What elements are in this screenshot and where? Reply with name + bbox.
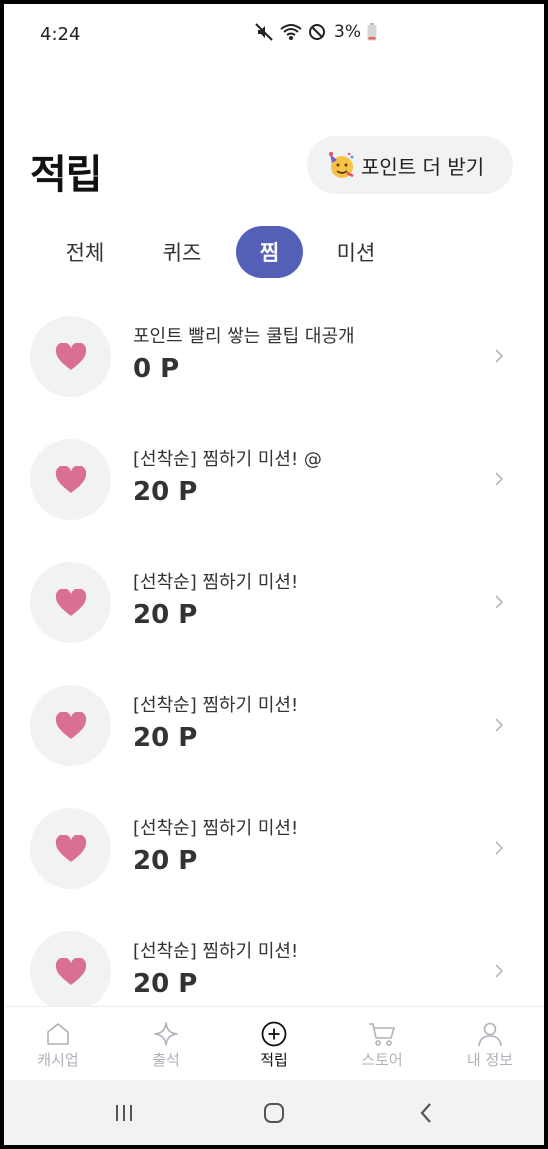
tab-label: 미션 [336, 241, 376, 265]
recent-apps-icon [116, 1104, 132, 1121]
home-icon [47, 1023, 69, 1045]
tab-label: 찜 [259, 241, 280, 265]
chevron-right-icon [495, 841, 504, 855]
more-points-button[interactable]: 포인트 더 받기 [307, 136, 513, 194]
recent-apps-button[interactable] [94, 1080, 154, 1145]
heart-icon [55, 957, 86, 985]
do-not-disturb-icon [309, 24, 325, 40]
tab-quiz[interactable]: 퀴즈 [144, 226, 220, 278]
item-title: [선착순] 찜하기 미션! [133, 818, 299, 839]
nav-label: 적립 [260, 1051, 288, 1069]
reward-list: 포인트 빨리 쌓는 쿨팁 대공개 0 P [선착순] 찜하기 미션! @ 20 … [4, 294, 544, 1006]
tab-mission[interactable]: 미션 [318, 226, 394, 278]
page-title: 적립 [30, 152, 103, 198]
status-bar: 4:24 3% [4, 4, 544, 68]
person-icon [478, 1022, 502, 1047]
heart-icon [55, 342, 86, 370]
item-icon-circle [30, 685, 111, 766]
chevron-right-icon [495, 349, 504, 363]
plus-circle-icon [261, 1021, 287, 1047]
heart-icon [55, 834, 86, 862]
battery-percent: 3% [334, 22, 361, 42]
heart-icon [55, 465, 86, 493]
list-item[interactable]: [선착순] 찜하기 미션! 20 P [4, 663, 544, 786]
sparkle-icon [154, 1022, 178, 1046]
battery-icon [367, 23, 377, 41]
tab-all[interactable]: 전체 [47, 226, 123, 278]
list-item[interactable]: 포인트 빨리 쌓는 쿨팁 대공개 0 P [4, 294, 544, 417]
tab-label: 전체 [65, 241, 105, 265]
heart-icon [55, 588, 86, 616]
status-icons: 3% [254, 22, 377, 42]
chevron-right-icon [495, 472, 504, 486]
nav-attendance[interactable]: 출석 [112, 1007, 220, 1081]
item-title: [선착순] 찜하기 미션! [133, 572, 299, 593]
mute-icon [255, 23, 273, 41]
chevron-right-icon [495, 595, 504, 609]
item-title: [선착순] 찜하기 미션! [133, 941, 299, 962]
tab-wishlist[interactable]: 찜 [236, 226, 303, 278]
nav-my-info[interactable]: 내 정보 [436, 1007, 544, 1081]
cart-icon [369, 1023, 395, 1046]
nav-label: 내 정보 [466, 1051, 514, 1069]
wifi-icon [280, 24, 302, 40]
item-points: 20 P [133, 477, 198, 507]
tab-label: 퀴즈 [162, 241, 202, 265]
heart-icon [55, 711, 86, 739]
item-points: 20 P [133, 969, 198, 999]
item-icon-circle [30, 931, 111, 1006]
home-circle-icon [264, 1102, 284, 1123]
item-icon-circle [30, 562, 111, 643]
status-time: 4:24 [40, 24, 81, 45]
category-tabs: 전체 퀴즈 찜 미션 [4, 226, 544, 278]
nav-label: 스토어 [361, 1051, 403, 1069]
party-face-icon [329, 152, 354, 178]
nav-label: 캐시업 [37, 1051, 79, 1069]
chevron-right-icon [495, 964, 504, 978]
nav-label: 출석 [152, 1051, 180, 1069]
list-item[interactable]: [선착순] 찜하기 미션! 20 P [4, 909, 544, 1006]
list-item[interactable]: [선착순] 찜하기 미션! @ 20 P [4, 417, 544, 540]
list-item[interactable]: [선착순] 찜하기 미션! 20 P [4, 786, 544, 909]
item-icon-circle [30, 439, 111, 520]
nav-earn[interactable]: 적립 [220, 1007, 328, 1081]
item-title: [선착순] 찜하기 미션! @ [133, 449, 322, 470]
more-points-label: 포인트 더 받기 [361, 154, 485, 179]
nav-cashup[interactable]: 캐시업 [4, 1007, 112, 1081]
screen: 4:24 3% 적립 포인트 더 받기 전체 퀴즈 찜 미션 포인트 빨리 쌓는… [4, 4, 544, 1145]
system-nav-bar [4, 1080, 544, 1145]
item-title: [선착순] 찜하기 미션! [133, 695, 299, 716]
back-icon [420, 1102, 431, 1123]
item-icon-circle [30, 316, 111, 397]
back-button[interactable] [396, 1080, 456, 1145]
item-points: 0 P [133, 354, 180, 384]
bottom-nav: 캐시업 출석 적립 스토어 내 정보 [4, 1006, 544, 1080]
item-points: 20 P [133, 723, 198, 753]
item-icon-circle [30, 808, 111, 889]
chevron-right-icon [495, 718, 504, 732]
item-title: 포인트 빨리 쌓는 쿨팁 대공개 [133, 326, 355, 347]
item-points: 20 P [133, 600, 198, 630]
item-points: 20 P [133, 846, 198, 876]
list-item[interactable]: [선착순] 찜하기 미션! 20 P [4, 540, 544, 663]
home-button[interactable] [244, 1080, 304, 1145]
nav-store[interactable]: 스토어 [328, 1007, 436, 1081]
